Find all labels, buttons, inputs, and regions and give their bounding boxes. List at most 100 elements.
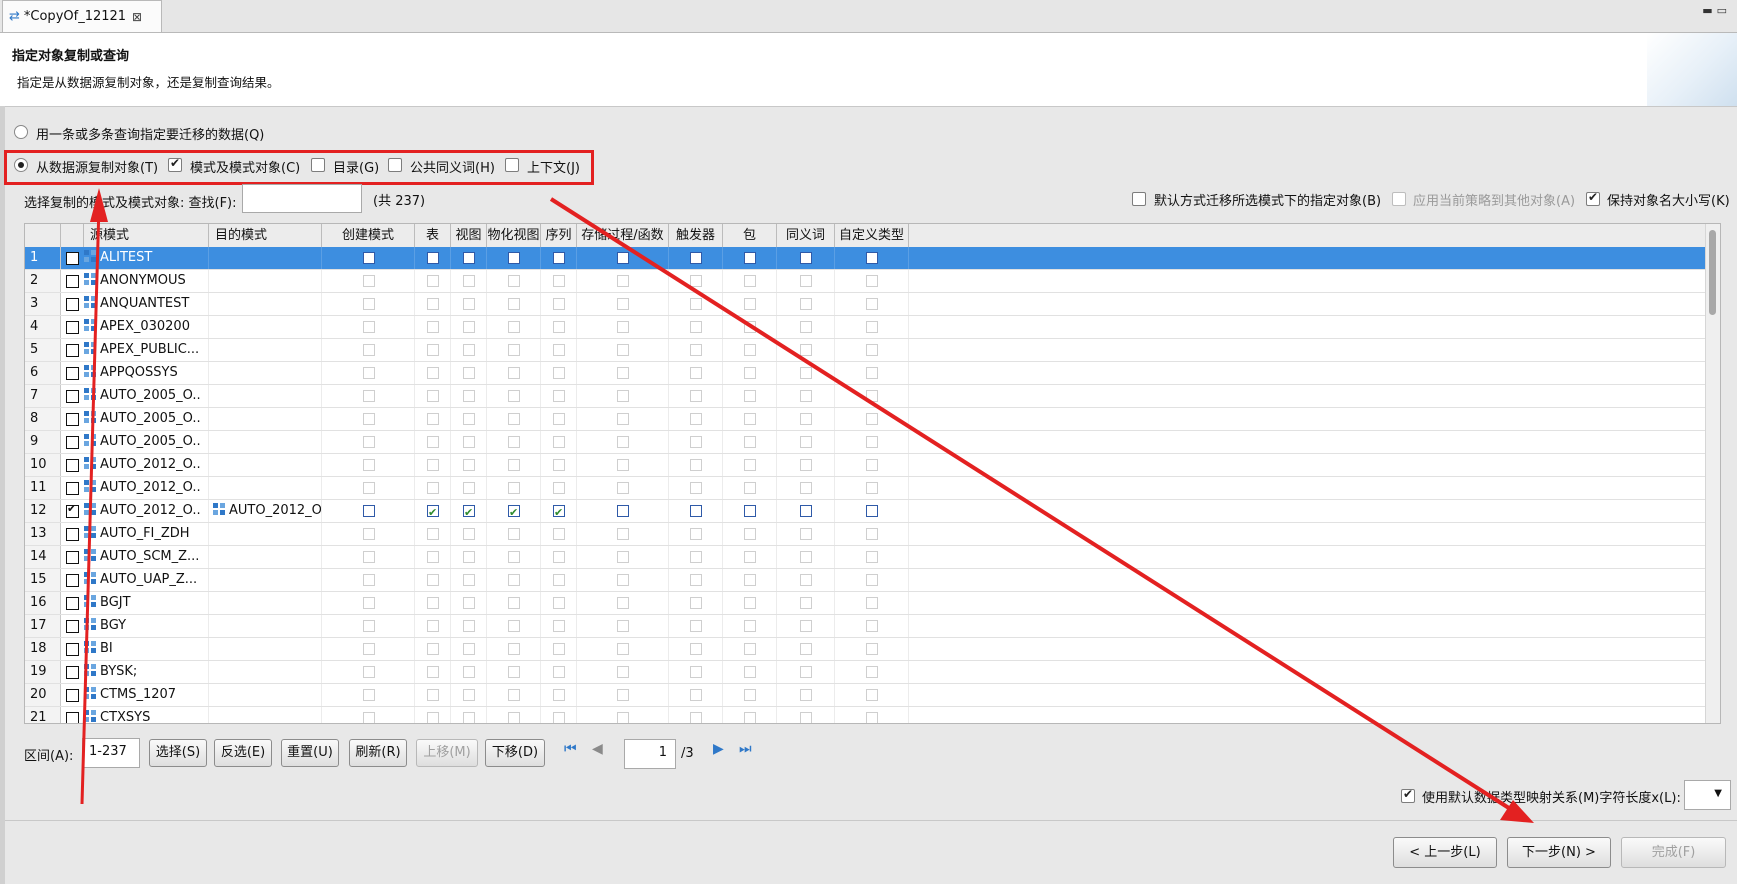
option-checkbox[interactable] <box>744 528 756 540</box>
option-checkbox[interactable] <box>363 252 375 264</box>
column-header[interactable]: 源模式 <box>84 224 209 247</box>
option-checkbox[interactable] <box>866 367 878 379</box>
option-checkbox[interactable] <box>553 321 565 333</box>
table-row[interactable]: 15 AUTO_UAP_Z... <box>25 569 1720 592</box>
option-checkbox[interactable] <box>463 344 475 356</box>
row-checkbox[interactable] <box>66 482 79 495</box>
option-checkbox[interactable] <box>800 390 812 402</box>
option-checkbox[interactable] <box>427 436 439 448</box>
table-row[interactable]: 4 APEX_030200 <box>25 316 1720 339</box>
option-checkbox[interactable] <box>553 666 565 678</box>
option-checkbox[interactable] <box>463 298 475 310</box>
option-checkbox[interactable] <box>427 689 439 701</box>
column-header[interactable]: 物化视图 <box>487 224 541 247</box>
option-checkbox[interactable] <box>427 390 439 402</box>
option-checkbox[interactable] <box>866 505 878 517</box>
option-checkbox[interactable] <box>800 505 812 517</box>
option-checkbox[interactable] <box>690 436 702 448</box>
option-checkbox[interactable] <box>427 666 439 678</box>
option-checkbox[interactable] <box>508 459 520 471</box>
source-schema-cell[interactable]: BGY <box>84 615 209 637</box>
option-checkbox[interactable] <box>866 643 878 655</box>
option-checkbox[interactable] <box>427 551 439 563</box>
option-checkbox[interactable] <box>800 712 812 723</box>
option-checkbox[interactable] <box>427 574 439 586</box>
option-checkbox[interactable] <box>463 528 475 540</box>
option-checkbox[interactable] <box>363 666 375 678</box>
source-schema-cell[interactable]: BI <box>84 638 209 660</box>
keep-case-checkbox[interactable] <box>1586 190 1600 206</box>
option-checkbox[interactable] <box>463 367 475 379</box>
option-checkbox[interactable] <box>363 597 375 609</box>
option-checkbox[interactable] <box>427 482 439 494</box>
option-checkbox[interactable] <box>744 459 756 471</box>
row-checkbox[interactable] <box>66 689 79 702</box>
option-checkbox[interactable] <box>463 502 475 522</box>
option-checkbox[interactable] <box>866 436 878 448</box>
column-header[interactable]: 创建模式 <box>322 224 415 247</box>
scrollbar-thumb[interactable] <box>1709 230 1716 315</box>
option-checkbox[interactable] <box>617 413 629 425</box>
option-checkbox[interactable] <box>690 551 702 563</box>
option-checkbox[interactable] <box>800 459 812 471</box>
option-checkbox[interactable] <box>553 459 565 471</box>
option-checkbox[interactable] <box>463 712 475 723</box>
option-checkbox[interactable] <box>690 620 702 632</box>
source-schema-cell[interactable]: CTXSYS <box>84 707 209 723</box>
option-checkbox[interactable] <box>463 666 475 678</box>
row-checkbox[interactable] <box>66 643 79 656</box>
option-checkbox[interactable] <box>427 367 439 379</box>
option-checkbox[interactable] <box>690 689 702 701</box>
option-checkbox[interactable] <box>617 344 629 356</box>
option-checkbox[interactable] <box>744 252 756 264</box>
source-schema-cell[interactable]: CTMS_1207 <box>84 684 209 706</box>
option-checkbox[interactable] <box>800 275 812 287</box>
source-schema-cell[interactable]: AUTO_FI_ZDH <box>84 523 209 545</box>
option-checkbox[interactable] <box>800 620 812 632</box>
target-schema-cell[interactable] <box>209 316 322 338</box>
option-checkbox[interactable] <box>617 528 629 540</box>
option-checkbox[interactable] <box>866 413 878 425</box>
first-page-icon[interactable]: ⏮ <box>564 741 577 757</box>
row-checkbox[interactable] <box>66 367 79 380</box>
option-checkbox[interactable] <box>508 298 520 310</box>
option-checkbox[interactable] <box>617 436 629 448</box>
option-checkbox[interactable] <box>463 643 475 655</box>
option-checkbox[interactable] <box>744 436 756 448</box>
option-checkbox[interactable] <box>463 252 475 264</box>
source-schema-cell[interactable]: BYSK; <box>84 661 209 683</box>
option-checkbox[interactable] <box>427 597 439 609</box>
option-checkbox[interactable] <box>617 459 629 471</box>
option-checkbox[interactable] <box>617 505 629 517</box>
option-checkbox[interactable] <box>744 712 756 723</box>
target-schema-cell[interactable] <box>209 592 322 614</box>
option-checkbox[interactable] <box>553 298 565 310</box>
option-checkbox[interactable] <box>553 482 565 494</box>
option-checkbox[interactable] <box>508 666 520 678</box>
query-radio[interactable] <box>14 125 28 139</box>
target-schema-cell[interactable] <box>209 339 322 361</box>
page-input[interactable]: 1 <box>624 739 676 769</box>
option-checkbox[interactable] <box>866 597 878 609</box>
option-checkbox[interactable] <box>553 643 565 655</box>
option-checkbox[interactable] <box>427 643 439 655</box>
column-header[interactable]: 包 <box>723 224 777 247</box>
type-mapping-checkbox[interactable] <box>1401 787 1415 803</box>
option-checkbox[interactable] <box>363 689 375 701</box>
option-checkbox[interactable] <box>363 574 375 586</box>
option-checkbox[interactable] <box>800 298 812 310</box>
option-checkbox[interactable] <box>617 574 629 586</box>
option-checkbox[interactable] <box>553 574 565 586</box>
option-checkbox[interactable] <box>363 712 375 723</box>
option-checkbox[interactable] <box>800 367 812 379</box>
option-checkbox[interactable] <box>744 275 756 287</box>
table-row[interactable]: 16 BGJT <box>25 592 1720 615</box>
option-checkbox[interactable] <box>800 551 812 563</box>
option-checkbox[interactable] <box>363 505 375 517</box>
option-checkbox[interactable] <box>690 505 702 517</box>
column-header[interactable] <box>25 224 61 247</box>
option-checkbox[interactable] <box>427 712 439 723</box>
target-schema-cell[interactable] <box>209 385 322 407</box>
option-checkbox[interactable] <box>363 390 375 402</box>
source-schema-cell[interactable]: AUTO_SCM_Z... <box>84 546 209 568</box>
